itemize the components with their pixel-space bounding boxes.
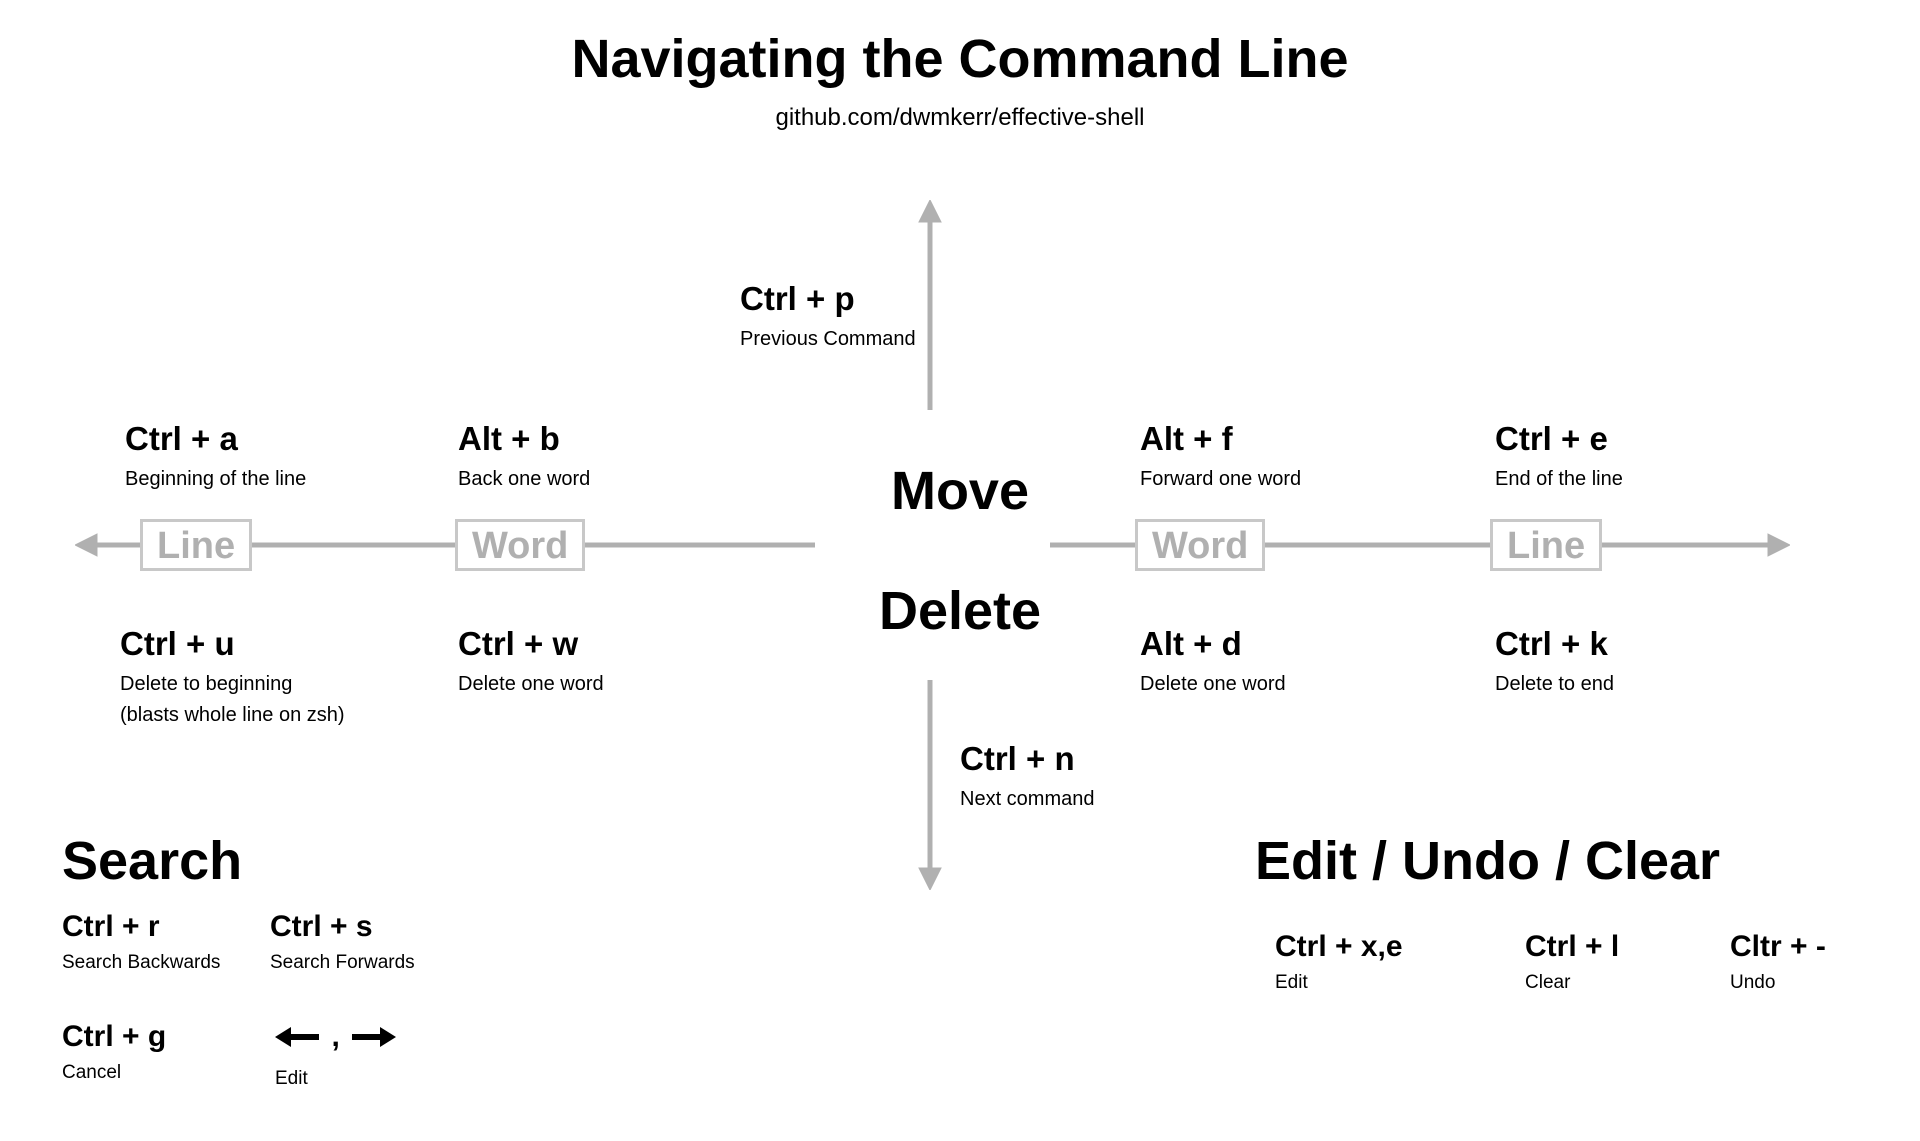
shortcut-key: Ctrl + p [740, 280, 916, 318]
section-search-title: Search [62, 830, 242, 892]
shortcut-desc: Delete one word [458, 673, 604, 696]
shortcut-desc: Edit [1275, 972, 1403, 994]
arrow-down-icon [915, 680, 945, 890]
shortcut-desc: Undo [1730, 972, 1826, 994]
shortcut-desc: Beginning of the line [125, 468, 306, 491]
shortcut-ctrl-w: Ctrl + w Delete one word [458, 625, 604, 696]
shortcut-alt-d: Alt + d Delete one word [1140, 625, 1286, 696]
shortcut-arrow-keys: , Edit [275, 1020, 396, 1090]
section-edit-title: Edit / Undo / Clear [1255, 830, 1720, 892]
shortcut-key: Ctrl + u [120, 625, 345, 663]
shortcut-key: Ctrl + k [1495, 625, 1614, 663]
diagram-subtitle: github.com/dwmkerr/effective-shell [0, 104, 1920, 132]
shortcut-desc: End of the line [1495, 468, 1623, 491]
shortcut-desc: Search Backwards [62, 952, 220, 974]
axis-box-left-line: Line [140, 519, 252, 571]
shortcut-key: Ctrl + r [62, 910, 220, 944]
shortcut-ctrl-n: Ctrl + n Next command [960, 740, 1095, 811]
shortcut-key: Ctrl + w [458, 625, 604, 663]
shortcut-ctrl-l: Ctrl + l Clear [1525, 930, 1619, 994]
shortcut-key: Alt + d [1140, 625, 1286, 663]
shortcut-alt-f: Alt + f Forward one word [1140, 420, 1301, 491]
shortcut-desc: Back one word [458, 468, 590, 491]
shortcut-desc: Next command [960, 788, 1095, 811]
shortcut-ctrl-s: Ctrl + s Search Forwards [270, 910, 415, 974]
shortcut-ctrl-g: Ctrl + g Cancel [62, 1020, 166, 1084]
arrow-up-icon [915, 200, 945, 410]
shortcut-key: Alt + b [458, 420, 590, 458]
arrow-left-key-icon [275, 1023, 323, 1051]
shortcut-key: Ctrl + a [125, 420, 306, 458]
shortcut-ctrl-u: Ctrl + u Delete to beginning (blasts who… [120, 625, 345, 727]
shortcut-desc: Clear [1525, 972, 1619, 994]
shortcut-key: Ctrl + x,e [1275, 930, 1403, 964]
shortcut-key: Ctrl + l [1525, 930, 1619, 964]
axis-box-left-word: Word [455, 519, 585, 571]
arrow-right-key-icon [348, 1023, 396, 1051]
shortcut-desc: Previous Command [740, 328, 916, 351]
shortcut-ctrl-p: Ctrl + p Previous Command [740, 280, 916, 351]
shortcut-key: Ctrl + e [1495, 420, 1623, 458]
axis-box-right-line: Line [1490, 519, 1602, 571]
shortcut-ctrl-a: Ctrl + a Beginning of the line [125, 420, 306, 491]
shortcut-key: Alt + f [1140, 420, 1301, 458]
diagram-title: Navigating the Command Line [0, 28, 1920, 90]
shortcut-key: Ctrl + n [960, 740, 1095, 778]
shortcut-key: Ctrl + s [270, 910, 415, 944]
shortcut-desc: Forward one word [1140, 468, 1301, 491]
shortcut-desc: Cancel [62, 1062, 166, 1084]
shortcut-desc: Delete one word [1140, 673, 1286, 696]
shortcut-desc: Delete to beginning [120, 673, 345, 696]
axis-box-right-word: Word [1135, 519, 1265, 571]
shortcut-desc: Search Forwards [270, 952, 415, 974]
shortcut-desc: Delete to end [1495, 673, 1614, 696]
shortcut-desc: Edit [275, 1068, 396, 1090]
shortcut-key: Cltr + - [1730, 930, 1826, 964]
shortcut-ctrl-xe: Ctrl + x,e Edit [1275, 930, 1403, 994]
shortcut-ctrl-r: Ctrl + r Search Backwards [62, 910, 220, 974]
arrow-keys-comma: , [327, 1020, 343, 1053]
shortcut-key: Ctrl + g [62, 1020, 166, 1054]
shortcut-alt-b: Alt + b Back one word [458, 420, 590, 491]
shortcut-ctrl-e: Ctrl + e End of the line [1495, 420, 1623, 491]
shortcut-ctrl-k: Ctrl + k Delete to end [1495, 625, 1614, 696]
shortcut-desc-extra: (blasts whole line on zsh) [120, 704, 345, 727]
shortcut-cltr-dash: Cltr + - Undo [1730, 930, 1826, 994]
